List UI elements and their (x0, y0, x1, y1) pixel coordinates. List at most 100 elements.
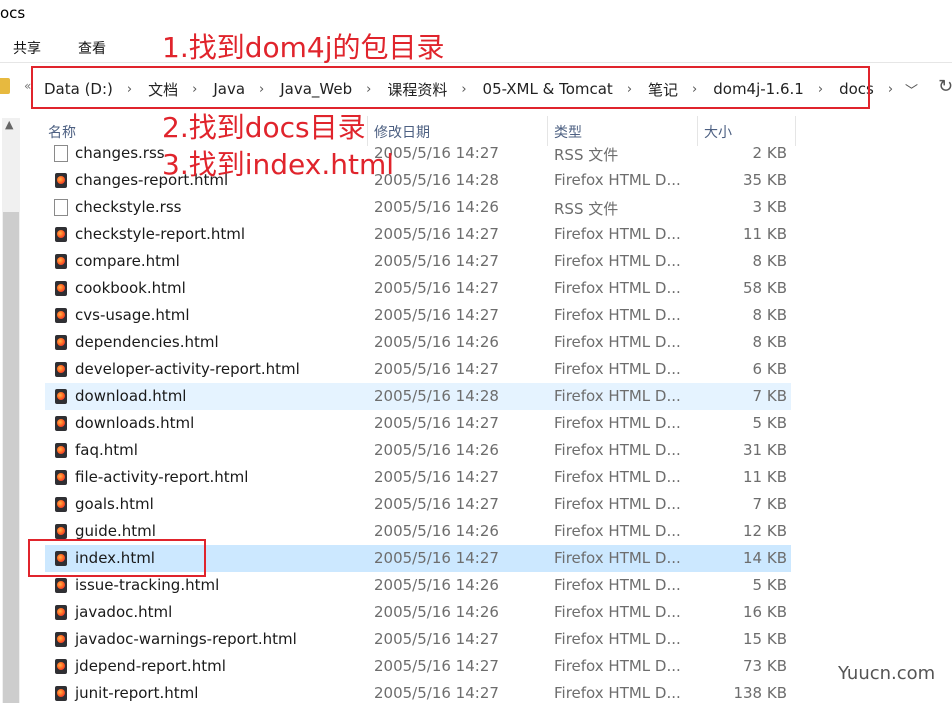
firefox-html-icon (55, 578, 67, 593)
firefox-html-icon (55, 173, 67, 188)
file-size: 15 KB (743, 630, 787, 648)
file-modified-date: 2005/5/16 14:28 (374, 387, 499, 405)
file-size: 8 KB (752, 252, 787, 270)
file-row[interactable]: cookbook.html 2005/5/16 14:27 Firefox HTML… (45, 275, 791, 302)
file-modified-date: 2005/5/16 14:27 (374, 684, 499, 702)
refresh-icon[interactable]: ↻ (938, 76, 952, 97)
file-size: 14 KB (743, 549, 787, 567)
chevron-right-icon[interactable]: › (888, 82, 893, 97)
file-name: issue-tracking.html (75, 576, 220, 594)
column-header-type[interactable]: 类型 (554, 122, 582, 142)
file-type: Firefox HTML D... (554, 225, 681, 243)
file-type: Firefox HTML D... (554, 252, 681, 270)
file-name: cvs-usage.html (75, 306, 190, 324)
file-modified-date: 2005/5/16 14:27 (374, 468, 499, 486)
file-type: RSS 文件 (554, 146, 619, 164)
file-size: 11 KB (743, 468, 787, 486)
folder-icon (0, 78, 10, 94)
chevron-down-icon[interactable]: ﹀ (905, 80, 918, 99)
file-type: Firefox HTML D... (554, 549, 681, 567)
rss-file-icon (54, 145, 68, 162)
file-type: Firefox HTML D... (554, 387, 681, 405)
file-size: 8 KB (752, 306, 787, 324)
file-type: Firefox HTML D... (554, 603, 681, 621)
annotation-step-2: 2.找到docs目录 (162, 111, 366, 144)
file-row[interactable]: checkstyle.rss 2005/5/16 14:26 RSS 文件 3 KB (45, 194, 791, 221)
column-header-date[interactable]: 修改日期 (374, 122, 430, 142)
scrollbar-thumb[interactable] (3, 212, 19, 703)
file-row[interactable]: faq.html 2005/5/16 14:26 Firefox HTML D...… (45, 437, 791, 464)
file-size: 7 KB (752, 387, 787, 405)
watermark-text: Yuucn.com (838, 663, 936, 684)
column-header-name[interactable]: 名称 (48, 122, 76, 142)
file-name: dependencies.html (75, 333, 219, 351)
file-row[interactable]: javadoc.html 2005/5/16 14:26 Firefox HTML … (45, 599, 791, 626)
file-type: Firefox HTML D... (554, 495, 681, 513)
firefox-html-icon (55, 308, 67, 323)
ribbon-divider (0, 62, 952, 63)
file-row[interactable]: changes-report.html 2005/5/16 14:28 Firefo… (45, 167, 791, 194)
file-name: goals.html (75, 495, 154, 513)
annotation-box-index-html (28, 539, 206, 577)
file-row[interactable]: download.html 2005/5/16 14:28 Firefox HTML… (45, 383, 791, 410)
file-name: junit-report.html (75, 684, 199, 702)
file-type: Firefox HTML D... (554, 279, 681, 297)
file-row[interactable]: compare.html 2005/5/16 14:27 Firefox HTML … (45, 248, 791, 275)
firefox-html-icon (55, 659, 67, 674)
file-size: 12 KB (743, 522, 787, 540)
column-divider[interactable] (795, 116, 796, 146)
file-type: Firefox HTML D... (554, 414, 681, 432)
file-name: download.html (75, 387, 187, 405)
firefox-html-icon (55, 632, 67, 647)
file-name: faq.html (75, 441, 138, 459)
file-name: changes.rss (75, 144, 165, 162)
file-size: 58 KB (743, 279, 787, 297)
file-type: Firefox HTML D... (554, 171, 681, 189)
file-size: 35 KB (743, 171, 787, 189)
file-type: Firefox HTML D... (554, 306, 681, 324)
file-name: file-activity-report.html (75, 468, 249, 486)
file-row[interactable]: developer-activity-report.html 2005/5/16 … (45, 356, 791, 383)
file-modified-date: 2005/5/16 14:27 (374, 657, 499, 675)
column-header-size[interactable]: 大小 (704, 122, 732, 142)
file-modified-date: 2005/5/16 14:27 (374, 252, 499, 270)
rss-file-icon (54, 199, 68, 216)
file-type: RSS 文件 (554, 200, 619, 218)
firefox-html-icon (55, 416, 67, 431)
file-modified-date: 2005/5/16 14:27 (374, 306, 499, 324)
file-row[interactable]: dependencies.html 2005/5/16 14:26 Firefox … (45, 329, 791, 356)
file-modified-date: 2005/5/16 14:27 (374, 414, 499, 432)
file-size: 138 KB (733, 684, 787, 702)
file-size: 7 KB (752, 495, 787, 513)
ribbon-tab-view[interactable]: 查看 (78, 38, 106, 58)
file-row[interactable]: jdepend-report.html 2005/5/16 14:27 Firefo… (45, 653, 791, 680)
file-row[interactable]: changes.rss 2005/5/16 14:27 RSS 文件 2 KB (45, 140, 791, 167)
file-modified-date: 2005/5/16 14:26 (374, 603, 499, 621)
file-name: javadoc.html (75, 603, 173, 621)
ribbon-tab-share[interactable]: 共享 (13, 38, 41, 58)
firefox-html-icon (55, 470, 67, 485)
firefox-html-icon (55, 254, 67, 269)
file-modified-date: 2005/5/16 14:26 (374, 522, 499, 540)
file-size: 11 KB (743, 225, 787, 243)
file-size: 5 KB (752, 576, 787, 594)
file-size: 3 KB (752, 198, 787, 216)
file-row[interactable]: javadoc-warnings-report.html 2005/5/16 14… (45, 626, 791, 653)
annotation-step-3: 3.找到index.html (162, 148, 394, 181)
annotation-box-address-bar (31, 66, 870, 109)
file-row[interactable]: goals.html 2005/5/16 14:27 Firefox HTML D.… (45, 491, 791, 518)
file-name: cookbook.html (75, 279, 186, 297)
file-row[interactable]: cvs-usage.html 2005/5/16 14:27 Firefox HTM… (45, 302, 791, 329)
file-type: Firefox HTML D... (554, 630, 681, 648)
file-size: 2 KB (752, 144, 787, 162)
file-type: Firefox HTML D... (554, 657, 681, 675)
firefox-html-icon (55, 281, 67, 296)
firefox-html-icon (55, 524, 67, 539)
file-row[interactable]: file-activity-report.html 2005/5/16 14:27… (45, 464, 791, 491)
file-type: Firefox HTML D... (554, 468, 681, 486)
scroll-up-arrow-icon[interactable]: ▲ (5, 118, 13, 131)
file-modified-date: 2005/5/16 14:27 (374, 225, 499, 243)
firefox-html-icon (55, 497, 67, 512)
file-row[interactable]: downloads.html 2005/5/16 14:27 Firefox HTM… (45, 410, 791, 437)
file-row[interactable]: checkstyle-report.html 2005/5/16 14:27 Fir… (45, 221, 791, 248)
